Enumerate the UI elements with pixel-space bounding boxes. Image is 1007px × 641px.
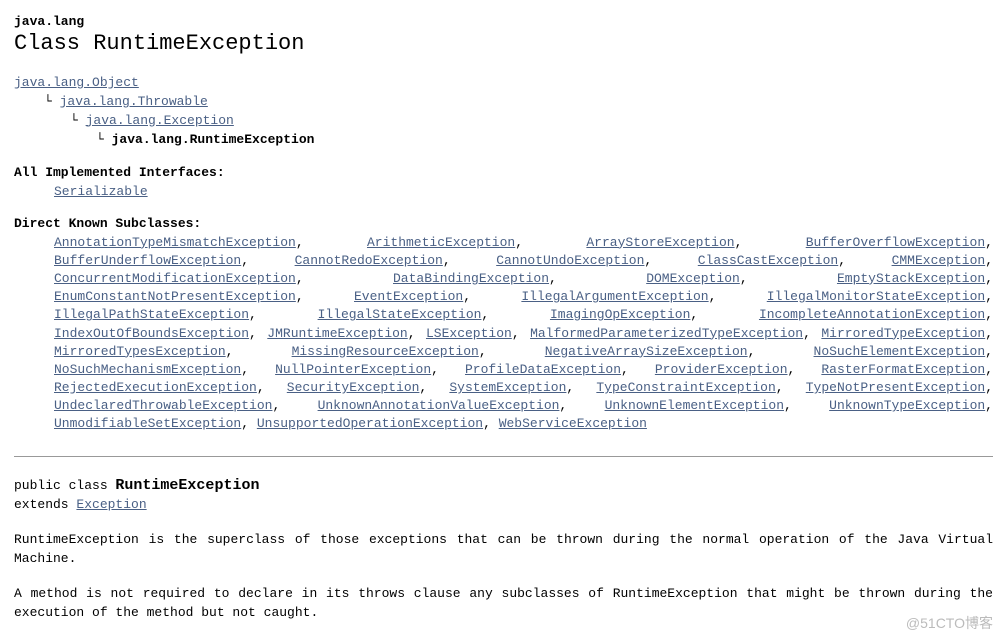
desc-code: throws xyxy=(358,586,405,601)
subclass-link[interactable]: NoSuchElementException xyxy=(814,344,986,359)
subclass-link[interactable]: UndeclaredThrowableException xyxy=(54,398,272,413)
subclass-link[interactable]: NullPointerException xyxy=(275,362,431,377)
subclass-link[interactable]: ImagingOpException xyxy=(550,307,690,322)
package-label: java.lang xyxy=(14,14,993,29)
subclass-link[interactable]: TypeConstraintException xyxy=(596,380,775,395)
description-1: RuntimeException is the superclass of th… xyxy=(14,531,993,569)
subclass-link[interactable]: UnsupportedOperationException xyxy=(257,416,483,431)
sig-superclass-link[interactable]: Exception xyxy=(76,497,146,512)
subclass-link[interactable]: EventException xyxy=(354,289,463,304)
subclass-link[interactable]: DataBindingException xyxy=(393,271,549,286)
subclass-link[interactable]: DOMException xyxy=(646,271,740,286)
implemented-interfaces: Serializable xyxy=(54,183,993,201)
direct-subclasses: AnnotationTypeMismatchException, Arithme… xyxy=(54,234,993,434)
subclass-link[interactable]: BufferUnderflowException xyxy=(54,253,241,268)
subclass-link[interactable]: MirroredTypesException xyxy=(54,344,226,359)
inheritance-current: java.lang.RuntimeException xyxy=(112,132,315,147)
subclass-link[interactable]: IllegalMonitorStateException xyxy=(767,289,985,304)
sig-public-class: public class xyxy=(14,478,115,493)
subclass-link[interactable]: ConcurrentModificationException xyxy=(54,271,296,286)
subclass-link[interactable]: EmptyStackException xyxy=(837,271,985,286)
sig-extends: extends xyxy=(14,497,76,512)
desc-text: A method is not required to declare in i… xyxy=(14,586,358,601)
subclass-link[interactable]: RasterFormatException xyxy=(821,362,985,377)
subclass-link[interactable]: AnnotationTypeMismatchException xyxy=(54,235,296,250)
subclass-link[interactable]: IllegalPathStateException xyxy=(54,307,249,322)
subclass-link[interactable]: MalformedParameterizedTypeException xyxy=(530,326,803,341)
inheritance-link[interactable]: java.lang.Throwable xyxy=(60,94,208,109)
subclass-link[interactable]: UnknownElementException xyxy=(605,398,784,413)
desc-text: clause any subclasses of xyxy=(405,586,613,601)
subclass-link[interactable]: CannotUndoException xyxy=(496,253,644,268)
subclass-link[interactable]: ArrayStoreException xyxy=(586,235,734,250)
subclass-link[interactable]: IllegalStateException xyxy=(318,307,482,322)
subclass-link[interactable]: LSException xyxy=(426,326,512,341)
class-title: Class RuntimeException xyxy=(14,31,993,56)
desc-code: RuntimeException xyxy=(613,586,738,601)
inheritance-level: java.lang.Object xyxy=(14,74,993,93)
subclass-link[interactable]: UnknownTypeException xyxy=(829,398,985,413)
implemented-interfaces-label: All Implemented Interfaces: xyxy=(14,165,993,180)
subclass-link[interactable]: CMMException xyxy=(892,253,986,268)
subclass-link[interactable]: SystemException xyxy=(449,380,566,395)
subclass-link[interactable]: IncompleteAnnotationException xyxy=(759,307,985,322)
subclass-link[interactable]: SecurityException xyxy=(287,380,420,395)
watermark: @51CTO博客 xyxy=(906,613,993,633)
direct-subclasses-label: Direct Known Subclasses: xyxy=(14,216,993,231)
inheritance-link[interactable]: java.lang.Object xyxy=(14,75,139,90)
subclass-link[interactable]: ArithmeticException xyxy=(367,235,515,250)
description-2: A method is not required to declare in i… xyxy=(14,585,993,623)
desc-code: RuntimeException xyxy=(14,532,139,547)
subclass-link[interactable]: RejectedExecutionException xyxy=(54,380,257,395)
subclass-link[interactable]: ProfileDataException xyxy=(465,362,621,377)
inheritance-level: └ java.lang.RuntimeException xyxy=(14,131,993,150)
subclass-link[interactable]: ProviderException xyxy=(655,362,788,377)
subclass-link[interactable]: NoSuchMechanismException xyxy=(54,362,241,377)
subclass-link[interactable]: UnmodifiableSetException xyxy=(54,416,241,431)
subclass-link[interactable]: WebServiceException xyxy=(499,416,647,431)
subclass-link[interactable]: TypeNotPresentException xyxy=(806,380,985,395)
inheritance-level: └ java.lang.Throwable xyxy=(14,93,993,112)
subclass-link[interactable]: JMRuntimeException xyxy=(267,326,407,341)
inheritance-level: └ java.lang.Exception xyxy=(14,112,993,131)
subclass-link[interactable]: ClassCastException xyxy=(698,253,838,268)
class-signature: public class RuntimeException extends Ex… xyxy=(14,475,993,516)
inheritance-link[interactable]: java.lang.Exception xyxy=(86,113,234,128)
interface-link[interactable]: Serializable xyxy=(54,184,148,199)
subclass-link[interactable]: MissingResourceException xyxy=(292,344,479,359)
desc-text: is the superclass of those exceptions th… xyxy=(14,532,993,566)
subclass-link[interactable]: UnknownAnnotationValueException xyxy=(318,398,560,413)
separator xyxy=(14,456,993,457)
sig-class-name: RuntimeException xyxy=(115,477,259,494)
subclass-link[interactable]: IndexOutOfBoundsException xyxy=(54,326,249,341)
subclass-link[interactable]: CannotRedoException xyxy=(295,253,443,268)
subclass-link[interactable]: IllegalArgumentException xyxy=(521,289,708,304)
inheritance-tree: java.lang.Object└ java.lang.Throwable└ j… xyxy=(14,74,993,149)
subclass-link[interactable]: NegativeArraySizeException xyxy=(545,344,748,359)
subclass-link[interactable]: MirroredTypeException xyxy=(821,326,985,341)
subclass-link[interactable]: EnumConstantNotPresentException xyxy=(54,289,296,304)
subclass-link[interactable]: BufferOverflowException xyxy=(806,235,985,250)
